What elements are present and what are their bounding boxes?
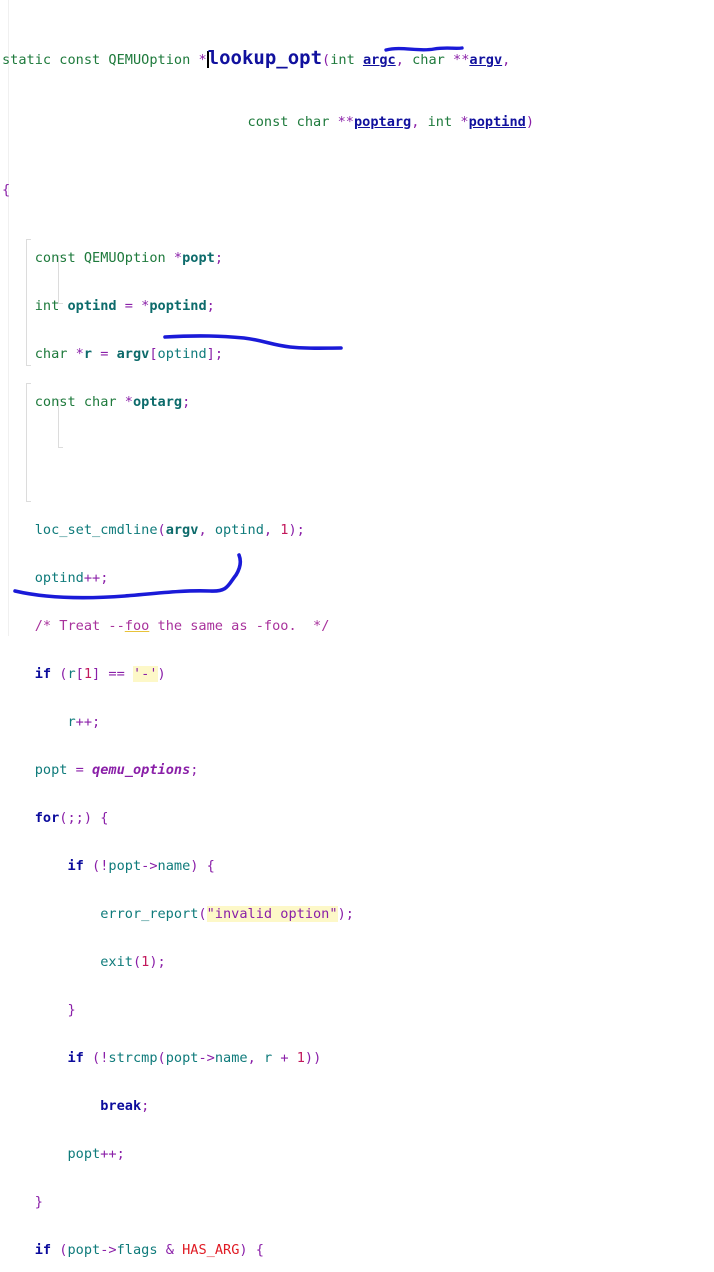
code-line-13: r++; bbox=[2, 714, 101, 730]
code-line-9: loc_set_cmdline(argv, optind, 1); bbox=[2, 522, 305, 538]
code-line-12: if (r[1] == '-') bbox=[2, 666, 166, 682]
code-line-21: break; bbox=[2, 1098, 150, 1114]
code-line-19: } bbox=[2, 1002, 76, 1018]
code-line-1: static const QEMUOption *lookup_opt(int … bbox=[2, 47, 511, 69]
code-line-14: popt = qemu_options; bbox=[2, 762, 199, 778]
code-line-4: const QEMUOption *popt; bbox=[2, 250, 224, 266]
code-line-24: if (popt->flags & HAS_ARG) { bbox=[2, 1242, 264, 1258]
code-line-23: } bbox=[2, 1194, 43, 1210]
code-line-20: if (!strcmp(popt->name, r + 1)) bbox=[2, 1050, 322, 1066]
code-line-8-blank bbox=[2, 458, 534, 474]
code-line-3: { bbox=[2, 182, 11, 198]
code-line-10: optind++; bbox=[2, 570, 109, 586]
code-editor[interactable]: static const QEMUOption *lookup_opt(int … bbox=[0, 0, 714, 1258]
code-line-7: const char *optarg; bbox=[2, 394, 191, 410]
code-line-18: exit(1); bbox=[2, 954, 166, 970]
code-line-15: for(;;) { bbox=[2, 810, 109, 826]
source-code[interactable]: static const QEMUOption *lookup_opt(int … bbox=[0, 0, 534, 1272]
function-name: lookup_opt bbox=[207, 47, 323, 69]
code-line-22: popt++; bbox=[2, 1146, 125, 1162]
code-line-16: if (!popt->name) { bbox=[2, 858, 215, 874]
code-line-11-comment: /* Treat --foo the same as -foo. */ bbox=[2, 618, 330, 634]
code-line-6: char *r = argv[optind]; bbox=[2, 346, 224, 362]
code-line-2: const char **poptarg, int *poptind) bbox=[247, 114, 535, 130]
code-line-17: error_report("invalid option"); bbox=[2, 906, 354, 922]
code-line-5: int optind = *poptind; bbox=[2, 298, 215, 314]
